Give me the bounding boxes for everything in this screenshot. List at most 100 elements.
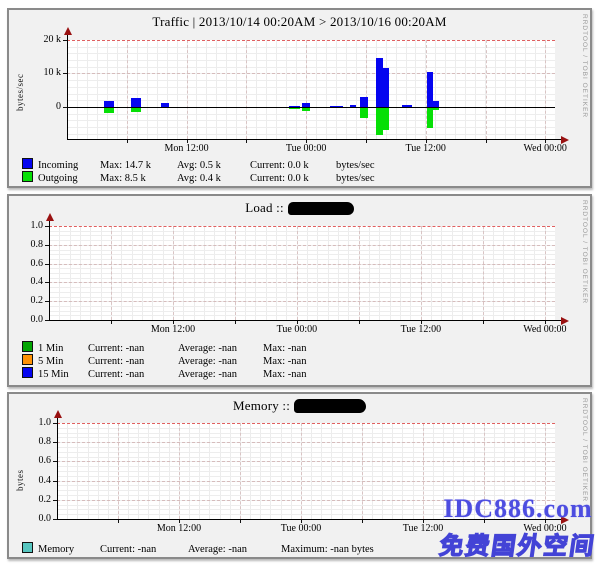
major-gridline [240, 423, 241, 519]
y-tick-label: 0.4 [7, 276, 43, 287]
legend-average: Average: -nan [188, 544, 281, 555]
legend-current: Current: -nan [88, 343, 178, 354]
y-tick-mark [53, 481, 57, 482]
gridline [286, 40, 287, 139]
legend-average: Average: -nan [178, 356, 263, 367]
major-gridline [49, 282, 555, 283]
y-tick-mark [53, 461, 57, 462]
x-tick-label: Mon 12:00 [154, 143, 220, 154]
traffic-title-text: Traffic | 2013/10/14 00:20AM > 2013/10/1… [152, 14, 446, 30]
legend-row-5min: 5 MinCurrent: -nanAverage: -nanMax: -nan [22, 354, 306, 366]
y-tick-label: 0.0 [15, 513, 51, 524]
gridline [57, 466, 555, 467]
memory-swatch-icon [22, 542, 33, 553]
gridline [57, 490, 555, 491]
y-tick-label: 0.6 [7, 258, 43, 269]
x-tick-mark [118, 520, 119, 523]
gridline [49, 315, 555, 316]
load-plot-area: Mon 12:00Tue 00:00Tue 12:00Wed 00:001.00… [49, 226, 555, 320]
traffic-bar-outgoing [383, 107, 389, 130]
major-gridline [49, 264, 555, 265]
legend-average: Average: -nan [178, 343, 263, 354]
gridline [49, 235, 555, 236]
gridline [49, 306, 555, 307]
traffic-bar-incoming [383, 68, 389, 107]
gridline [515, 40, 516, 139]
legend-avg: Avg: 0.4 k [177, 173, 250, 184]
gridline [67, 114, 555, 115]
legend-current: Current: -nan [100, 544, 188, 555]
x-tick-mark [362, 520, 363, 523]
gridline [57, 476, 555, 477]
major-gridline [235, 226, 236, 320]
y-axis-arrow-icon [54, 410, 62, 418]
gridline [49, 278, 555, 279]
legend-series-name: 5 Min [38, 356, 88, 367]
y-tick-label: 10 k [25, 67, 61, 78]
gridline [57, 457, 555, 458]
major-gridline [306, 40, 307, 139]
legend-series-name: Outgoing [38, 173, 100, 184]
x-tick-mark [246, 140, 247, 143]
gridline [49, 292, 555, 293]
traffic-y-axis-label: bytes/sec [15, 46, 25, 138]
gridline [157, 40, 158, 139]
gridline [147, 40, 148, 139]
major-gridline [57, 442, 555, 443]
gridline [67, 87, 555, 88]
gridline [67, 120, 555, 121]
y-tick-label: 0.8 [7, 239, 43, 250]
load-graph-title: Load :: [9, 200, 590, 216]
upper-limit-line [57, 423, 555, 424]
outgoing-swatch-icon [22, 171, 33, 182]
x-tick-label: Tue 00:00 [273, 143, 339, 154]
gridline [396, 40, 397, 139]
gridline [57, 485, 555, 486]
gridline [435, 40, 436, 139]
legend-row-incoming: IncomingMax: 14.7 kAvg: 0.5 kCurrent: 0.… [22, 158, 375, 170]
y-tick-mark [53, 500, 57, 501]
x-tick-mark [127, 140, 128, 143]
legend-series-name: Memory [38, 544, 100, 555]
15min-swatch-icon [22, 367, 33, 378]
1min-swatch-icon [22, 341, 33, 352]
gridline [406, 40, 407, 139]
legend-series-name: 15 Min [38, 369, 88, 380]
traffic-bar-outgoing [360, 107, 368, 118]
y-tick-label: 0.6 [15, 455, 51, 466]
legend-current: Current: -nan [88, 356, 178, 367]
gridline [87, 40, 88, 139]
gridline [455, 40, 456, 139]
major-gridline [173, 226, 174, 320]
gridline [465, 40, 466, 139]
gridline [356, 40, 357, 139]
legend-current: Current: -nan [88, 369, 178, 380]
x-tick-label: Tue 12:00 [393, 143, 459, 154]
upper-limit-line [67, 40, 555, 41]
major-gridline [297, 226, 298, 320]
gridline [206, 40, 207, 139]
major-gridline [118, 423, 119, 519]
watermark: IDC886.com 免费国外空间 [440, 494, 596, 561]
gridline [226, 40, 227, 139]
major-gridline [483, 226, 484, 320]
major-gridline [187, 40, 188, 139]
traffic-bar-incoming [131, 98, 141, 107]
watermark-slogan-text: 免费国外空间 [438, 526, 599, 561]
gridline [415, 40, 416, 139]
y-tick-mark [45, 282, 49, 283]
y-axis-line [49, 221, 50, 320]
gridline [316, 40, 317, 139]
memory-graph-title: Memory :: [9, 398, 590, 414]
y-tick-mark [45, 301, 49, 302]
gridline [117, 40, 118, 139]
y-tick-mark [45, 264, 49, 265]
gridline [67, 53, 555, 54]
y-tick-label: 0.2 [7, 295, 43, 306]
gridline [49, 297, 555, 298]
traffic-plot-area: Mon 12:00Tue 00:00Tue 12:00Wed 00:0020 k… [67, 40, 555, 139]
x-tick-mark [483, 321, 484, 324]
x-tick-label: Tue 00:00 [268, 523, 334, 534]
major-gridline [49, 245, 555, 246]
gridline [49, 311, 555, 312]
